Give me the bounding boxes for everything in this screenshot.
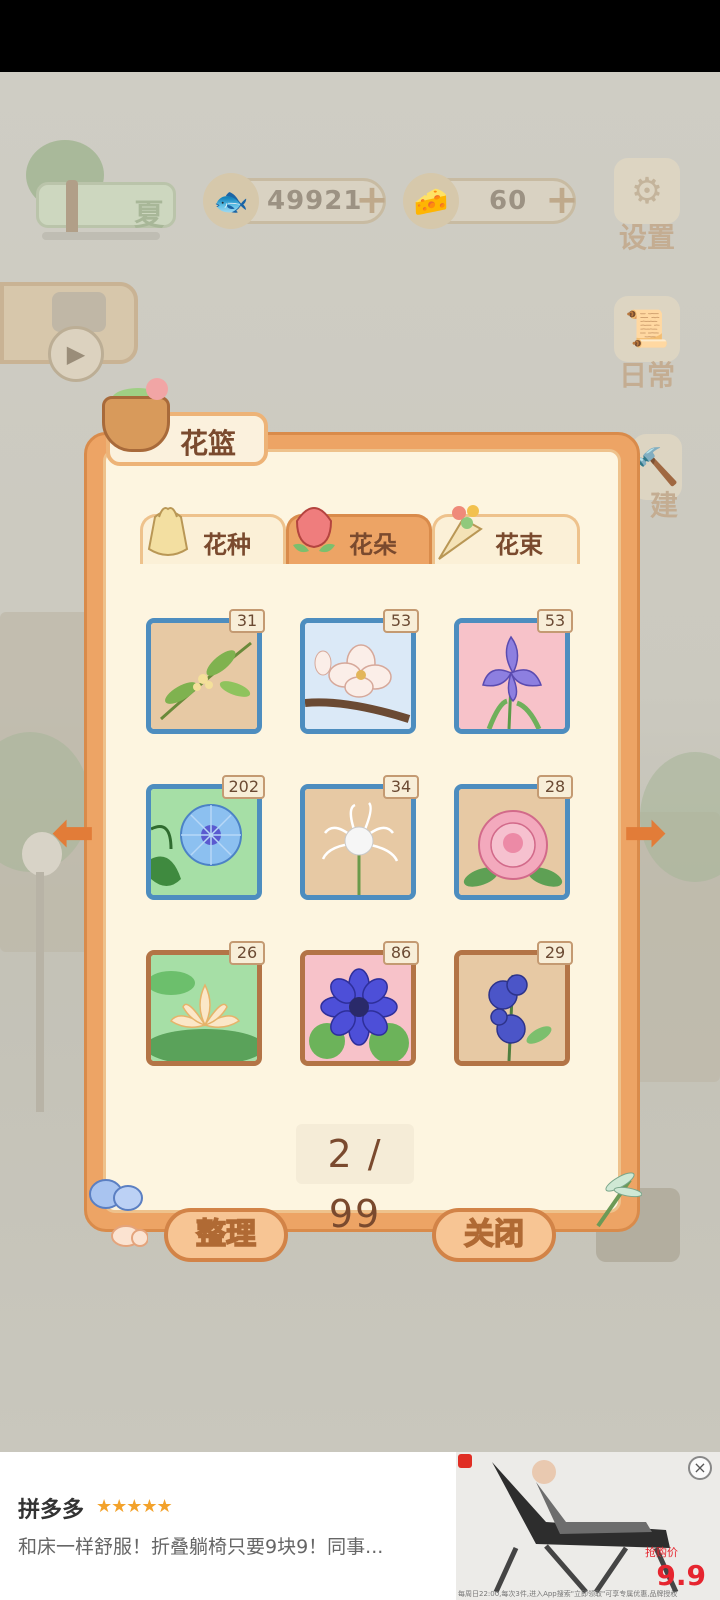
rose-icon [293, 507, 335, 553]
tab-bouquets-label: 花束 [495, 531, 543, 559]
ad-image[interactable]: × 抢购价 9.9 每周日22:00,每次3件,进入App搜索"立即领取"可享专… [456, 1452, 720, 1600]
settings-label: 设置 [618, 221, 675, 254]
flower-count: 26 [229, 941, 265, 965]
cheese-icon: 🧀 [403, 173, 459, 229]
cheese-count: 60 [489, 186, 528, 216]
butterfly-icon [89, 1179, 148, 1247]
flower-count: 53 [537, 609, 573, 633]
ad-brand: 拼多多 [18, 1498, 85, 1523]
daily-label: 日常 [618, 359, 675, 392]
add-cheese-button[interactable]: + [543, 180, 581, 221]
flower-count: 53 [383, 609, 419, 633]
basket-rose [146, 378, 168, 400]
tab-seeds[interactable]: 花种 [140, 507, 286, 564]
toolbox-button[interactable]: ▶ [0, 282, 138, 382]
seed-bag-icon [147, 507, 189, 556]
iris-icon [459, 623, 565, 729]
basket-icon [98, 378, 178, 456]
ad-description: 和床一样舒服！折叠躺椅只要9块9！同事... [18, 1536, 384, 1558]
flower-count: 34 [383, 775, 419, 799]
ad-price-tag: 抢购价 [645, 1546, 678, 1559]
lotus-icon [151, 955, 257, 1061]
page-indicator: 2 / 99 [296, 1124, 414, 1236]
status-bar [0, 0, 720, 72]
build-label: 建 [649, 489, 678, 522]
anemone-icon [305, 955, 411, 1061]
flower-card-lotus[interactable]: 26 [146, 941, 265, 1066]
tab-seeds-label: 花种 [203, 531, 251, 559]
sort-button[interactable]: 整理 [164, 1208, 288, 1262]
cheese-currency: 🧀 60 + [403, 173, 579, 229]
gear-icon: ⚙ [614, 158, 680, 224]
osmanthus-icon [151, 623, 257, 729]
bouquet-icon [438, 505, 483, 560]
add-fish-button[interactable]: + [353, 180, 391, 221]
flower-card-iris[interactable]: 53 [454, 609, 573, 734]
close-button[interactable]: 关闭 [432, 1208, 556, 1262]
magnolia-icon [305, 623, 411, 729]
basket-body [102, 396, 170, 452]
fish-currency: 🐟 49921 + [203, 173, 389, 229]
next-page-arrow[interactable]: ➡ [618, 807, 672, 862]
flower-card-spider-lily[interactable]: 34 [300, 775, 419, 900]
season-label: 夏 [134, 198, 164, 233]
prev-page-arrow[interactable]: ⬅ [46, 807, 100, 862]
fish-count: 49921 [267, 186, 363, 216]
flower-card-magnolia[interactable]: 53 [300, 609, 419, 734]
flower-card-anemone[interactable]: 86 [300, 941, 419, 1066]
ad-close-button[interactable]: × [688, 1456, 712, 1480]
ad-banner[interactable]: 拼多多 ★★★★★ 和床一样舒服！折叠躺椅只要9块9！同事... × 抢购价 9… [0, 1452, 720, 1600]
panel-title: 花篮 [180, 427, 237, 460]
tab-flowers[interactable]: 花朵 [286, 507, 432, 564]
play-icon[interactable]: ▶ [48, 326, 104, 382]
pdd-logo-icon [458, 1454, 472, 1468]
season-progress-bar [42, 232, 160, 240]
document-icon: 📜 [614, 296, 680, 362]
tree-trunk [66, 180, 78, 236]
background-lamp-post [36, 872, 44, 1112]
dragonfly-icon [596, 1172, 642, 1228]
ad-price: 9.9 [656, 1559, 706, 1592]
flower-count: 28 [537, 775, 573, 799]
ad-fine-print: 每周日22:00,每次3件,进入App搜索"立即领取"可享专属优惠,品牌授权 [458, 1590, 678, 1598]
settings-button[interactable]: ⚙ 设置 [604, 158, 690, 254]
ad-rating-stars: ★★★★★ [96, 1496, 173, 1517]
flower-count: 29 [537, 941, 573, 965]
flower-count: 31 [229, 609, 265, 633]
season-badge[interactable]: 夏 [22, 140, 180, 240]
flower-count: 202 [222, 775, 265, 799]
flower-card-morning-glory[interactable]: 202 [146, 775, 265, 900]
tab-flowers-label: 花朵 [349, 531, 397, 559]
peony-icon [459, 789, 565, 895]
flower-card-bellflower[interactable]: 29 [454, 941, 573, 1066]
flower-count: 86 [383, 941, 419, 965]
flower-card-osmanthus[interactable]: 31 [146, 609, 265, 734]
flower-card-peony[interactable]: 28 [454, 775, 573, 900]
spider-lily-icon [305, 789, 411, 895]
fish-bone-icon: 🐟 [203, 173, 259, 229]
bellflower-icon [459, 955, 565, 1061]
daily-button[interactable]: 📜 日常 [604, 296, 690, 392]
tab-bouquets[interactable]: 花束 [432, 505, 580, 564]
morning-glory-icon [151, 789, 257, 895]
